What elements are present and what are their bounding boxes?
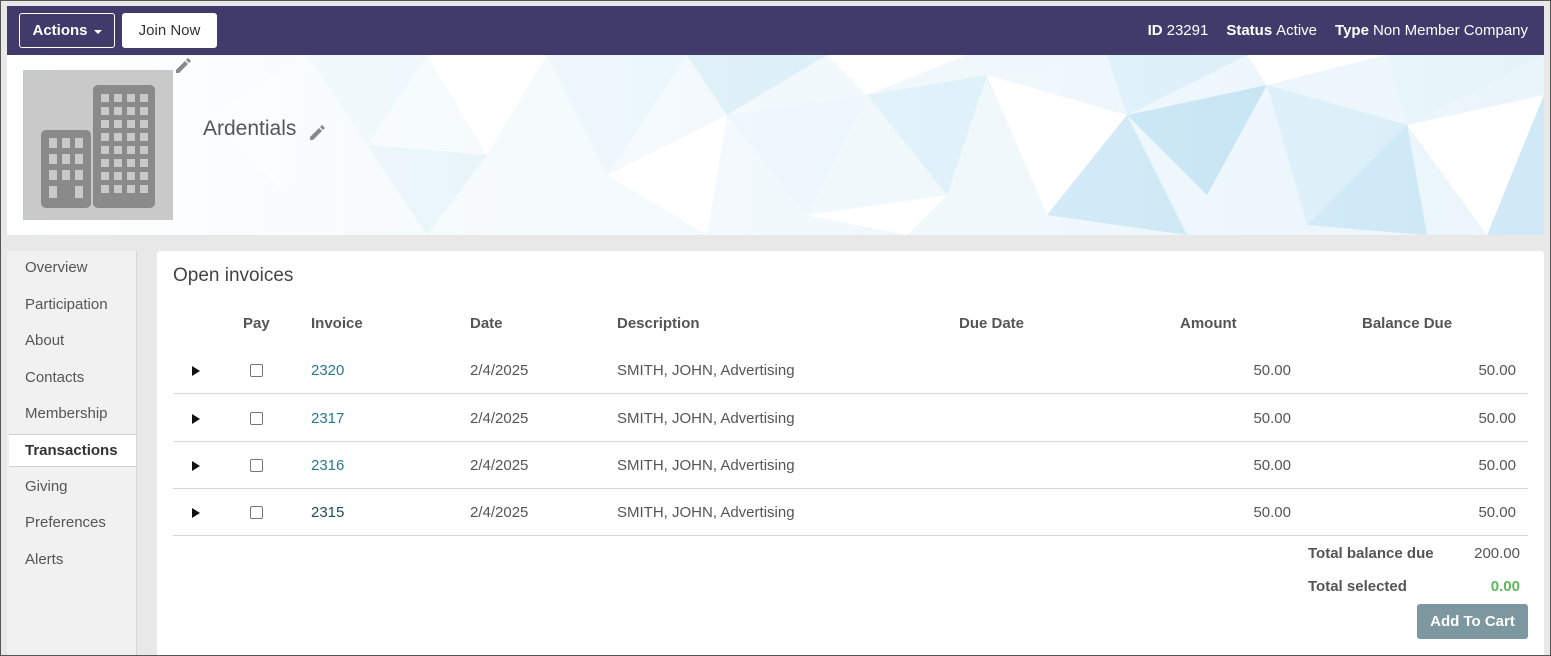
invoice-balance: 50.00: [1478, 457, 1516, 474]
banner-pattern: [7, 55, 1544, 235]
actions-dropdown-button[interactable]: Actions: [19, 13, 115, 48]
actions-label: Actions: [32, 22, 88, 39]
organization-name: Ardentials: [203, 117, 297, 140]
sidebar-item-participation[interactable]: Participation: [9, 288, 136, 321]
column-header-date: Date: [470, 315, 503, 332]
total-selected-value: 0.00: [1490, 578, 1520, 595]
invoice-balance: 50.00: [1478, 362, 1516, 379]
invoice-date: 2/4/2025: [470, 457, 529, 474]
column-header-balance-due: Balance Due: [1362, 315, 1453, 332]
total-balance-value: 200.00: [1474, 545, 1520, 562]
sidebar-item-giving[interactable]: Giving: [9, 470, 136, 503]
pay-checkbox[interactable]: [250, 506, 263, 519]
company-logo: [23, 70, 173, 220]
invoice-link[interactable]: 2317: [311, 410, 344, 427]
sidebar-item-about[interactable]: About: [9, 324, 136, 357]
invoice-date: 2/4/2025: [470, 504, 529, 521]
join-now-button[interactable]: Join Now: [122, 13, 217, 48]
invoice-description: SMITH, JOHN, Advertising: [617, 410, 795, 427]
invoice-date: 2/4/2025: [470, 362, 529, 379]
expand-row-icon[interactable]: [192, 365, 200, 376]
meta-status: Status Active: [1226, 22, 1318, 39]
invoice-description: SMITH, JOHN, Advertising: [617, 362, 795, 379]
pay-checkbox[interactable]: [250, 364, 263, 377]
invoice-balance: 50.00: [1478, 410, 1516, 427]
add-to-cart-button[interactable]: Add To Cart: [1417, 604, 1528, 639]
table-row: 2315 2/4/2025 SMITH, JOHN, Advertising 5…: [173, 489, 1528, 536]
column-header-invoice: Invoice: [311, 315, 363, 332]
invoice-balance: 50.00: [1478, 504, 1516, 521]
column-header-description: Description: [617, 315, 700, 332]
invoice-link[interactable]: 2315: [311, 504, 344, 521]
column-header-due-date: Due Date: [959, 315, 1025, 332]
pay-checkbox[interactable]: [250, 412, 263, 425]
table-row: 2316 2/4/2025 SMITH, JOHN, Advertising 5…: [173, 442, 1528, 489]
expand-row-icon[interactable]: [192, 460, 200, 471]
table-row: 2317 2/4/2025 SMITH, JOHN, Advertising 5…: [173, 395, 1528, 442]
table-row: 2320 2/4/2025 SMITH, JOHN, Advertising 5…: [173, 347, 1528, 394]
edit-name-pencil-icon[interactable]: [307, 123, 327, 143]
edit-logo-pencil-icon[interactable]: [173, 56, 193, 76]
sidebar-nav: Overview Participation About Contacts Me…: [7, 251, 137, 655]
sidebar-item-membership[interactable]: Membership: [9, 397, 136, 430]
sidebar-item-alerts[interactable]: Alerts: [9, 543, 136, 576]
invoice-description: SMITH, JOHN, Advertising: [617, 504, 795, 521]
column-header-amount: Amount: [1180, 315, 1237, 332]
record-meta: ID 23291 Status Active Type Non Member Comp…: [1148, 6, 1528, 55]
meta-type: Type Non Member Company: [1335, 22, 1528, 39]
invoice-amount: 50.00: [1253, 362, 1291, 379]
invoice-description: SMITH, JOHN, Advertising: [617, 457, 795, 474]
sidebar-item-preferences[interactable]: Preferences: [9, 506, 136, 539]
invoice-date: 2/4/2025: [470, 410, 529, 427]
invoice-link[interactable]: 2320: [311, 362, 344, 379]
column-header-pay: Pay: [243, 315, 270, 332]
meta-id: ID 23291: [1147, 22, 1209, 39]
invoice-amount: 50.00: [1253, 410, 1291, 427]
sidebar-item-contacts[interactable]: Contacts: [9, 361, 136, 394]
open-invoices-card: Open invoices Pay Invoice Date Descripti…: [157, 251, 1544, 655]
expand-row-icon[interactable]: [192, 413, 200, 424]
sidebar-item-transactions[interactable]: Transactions: [9, 434, 136, 467]
invoice-link[interactable]: 2316: [311, 457, 344, 474]
profile-banner: Ardentials: [7, 55, 1544, 235]
page-frame: Actions Join Now ID 23291 Status Active Ty…: [0, 0, 1551, 656]
sidebar-item-overview[interactable]: Overview: [9, 251, 136, 284]
expand-row-icon[interactable]: [192, 507, 200, 518]
section-title: Open invoices: [173, 265, 294, 286]
caret-down-icon: [93, 29, 102, 34]
total-selected-label: Total selected: [1308, 578, 1407, 595]
top-bar: Actions Join Now ID 23291 Status Active Ty…: [7, 6, 1544, 55]
invoice-amount: 50.00: [1253, 457, 1291, 474]
pay-checkbox[interactable]: [250, 459, 263, 472]
building-icon: [41, 85, 155, 208]
invoice-amount: 50.00: [1253, 504, 1291, 521]
